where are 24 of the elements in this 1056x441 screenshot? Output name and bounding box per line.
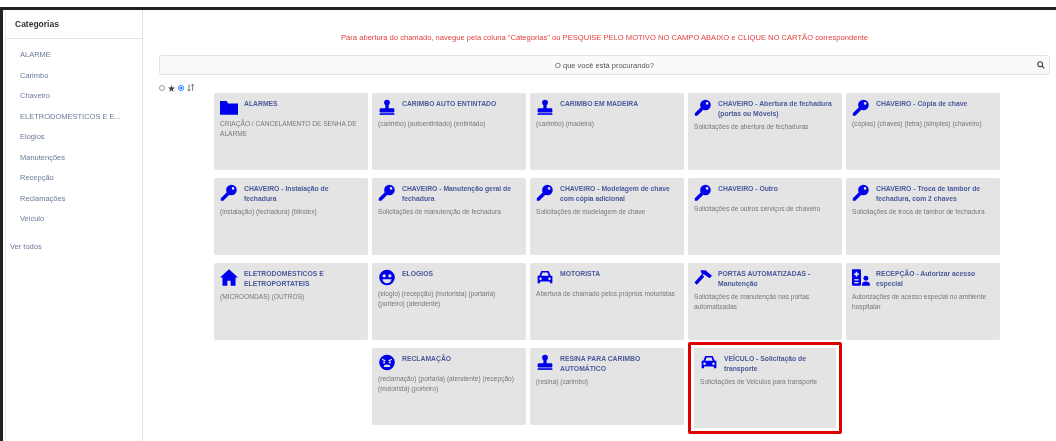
stamp-icon <box>536 99 554 116</box>
sidebar-title: Categorias <box>6 10 142 39</box>
key-icon <box>694 99 712 116</box>
smiley-icon <box>378 269 396 286</box>
key-icon <box>378 184 396 201</box>
sort-icon <box>187 84 195 92</box>
stamp-icon <box>378 99 396 116</box>
hammer-icon <box>694 269 712 286</box>
house-icon <box>220 269 238 286</box>
folder-icon <box>220 99 238 116</box>
car-icon <box>536 269 554 286</box>
car-icon <box>700 354 718 371</box>
star-icon <box>168 84 175 92</box>
key-icon <box>536 184 554 201</box>
radio-button[interactable] <box>159 85 165 91</box>
angry-face-icon <box>378 354 396 371</box>
key-icon <box>694 184 712 201</box>
key-icon <box>852 184 870 201</box>
search-icon[interactable] <box>1037 61 1045 69</box>
key-icon <box>852 99 870 116</box>
key-icon <box>220 184 238 201</box>
radio-button[interactable] <box>178 85 184 91</box>
id-badge-icon <box>852 269 870 286</box>
stamp-icon <box>536 354 554 371</box>
